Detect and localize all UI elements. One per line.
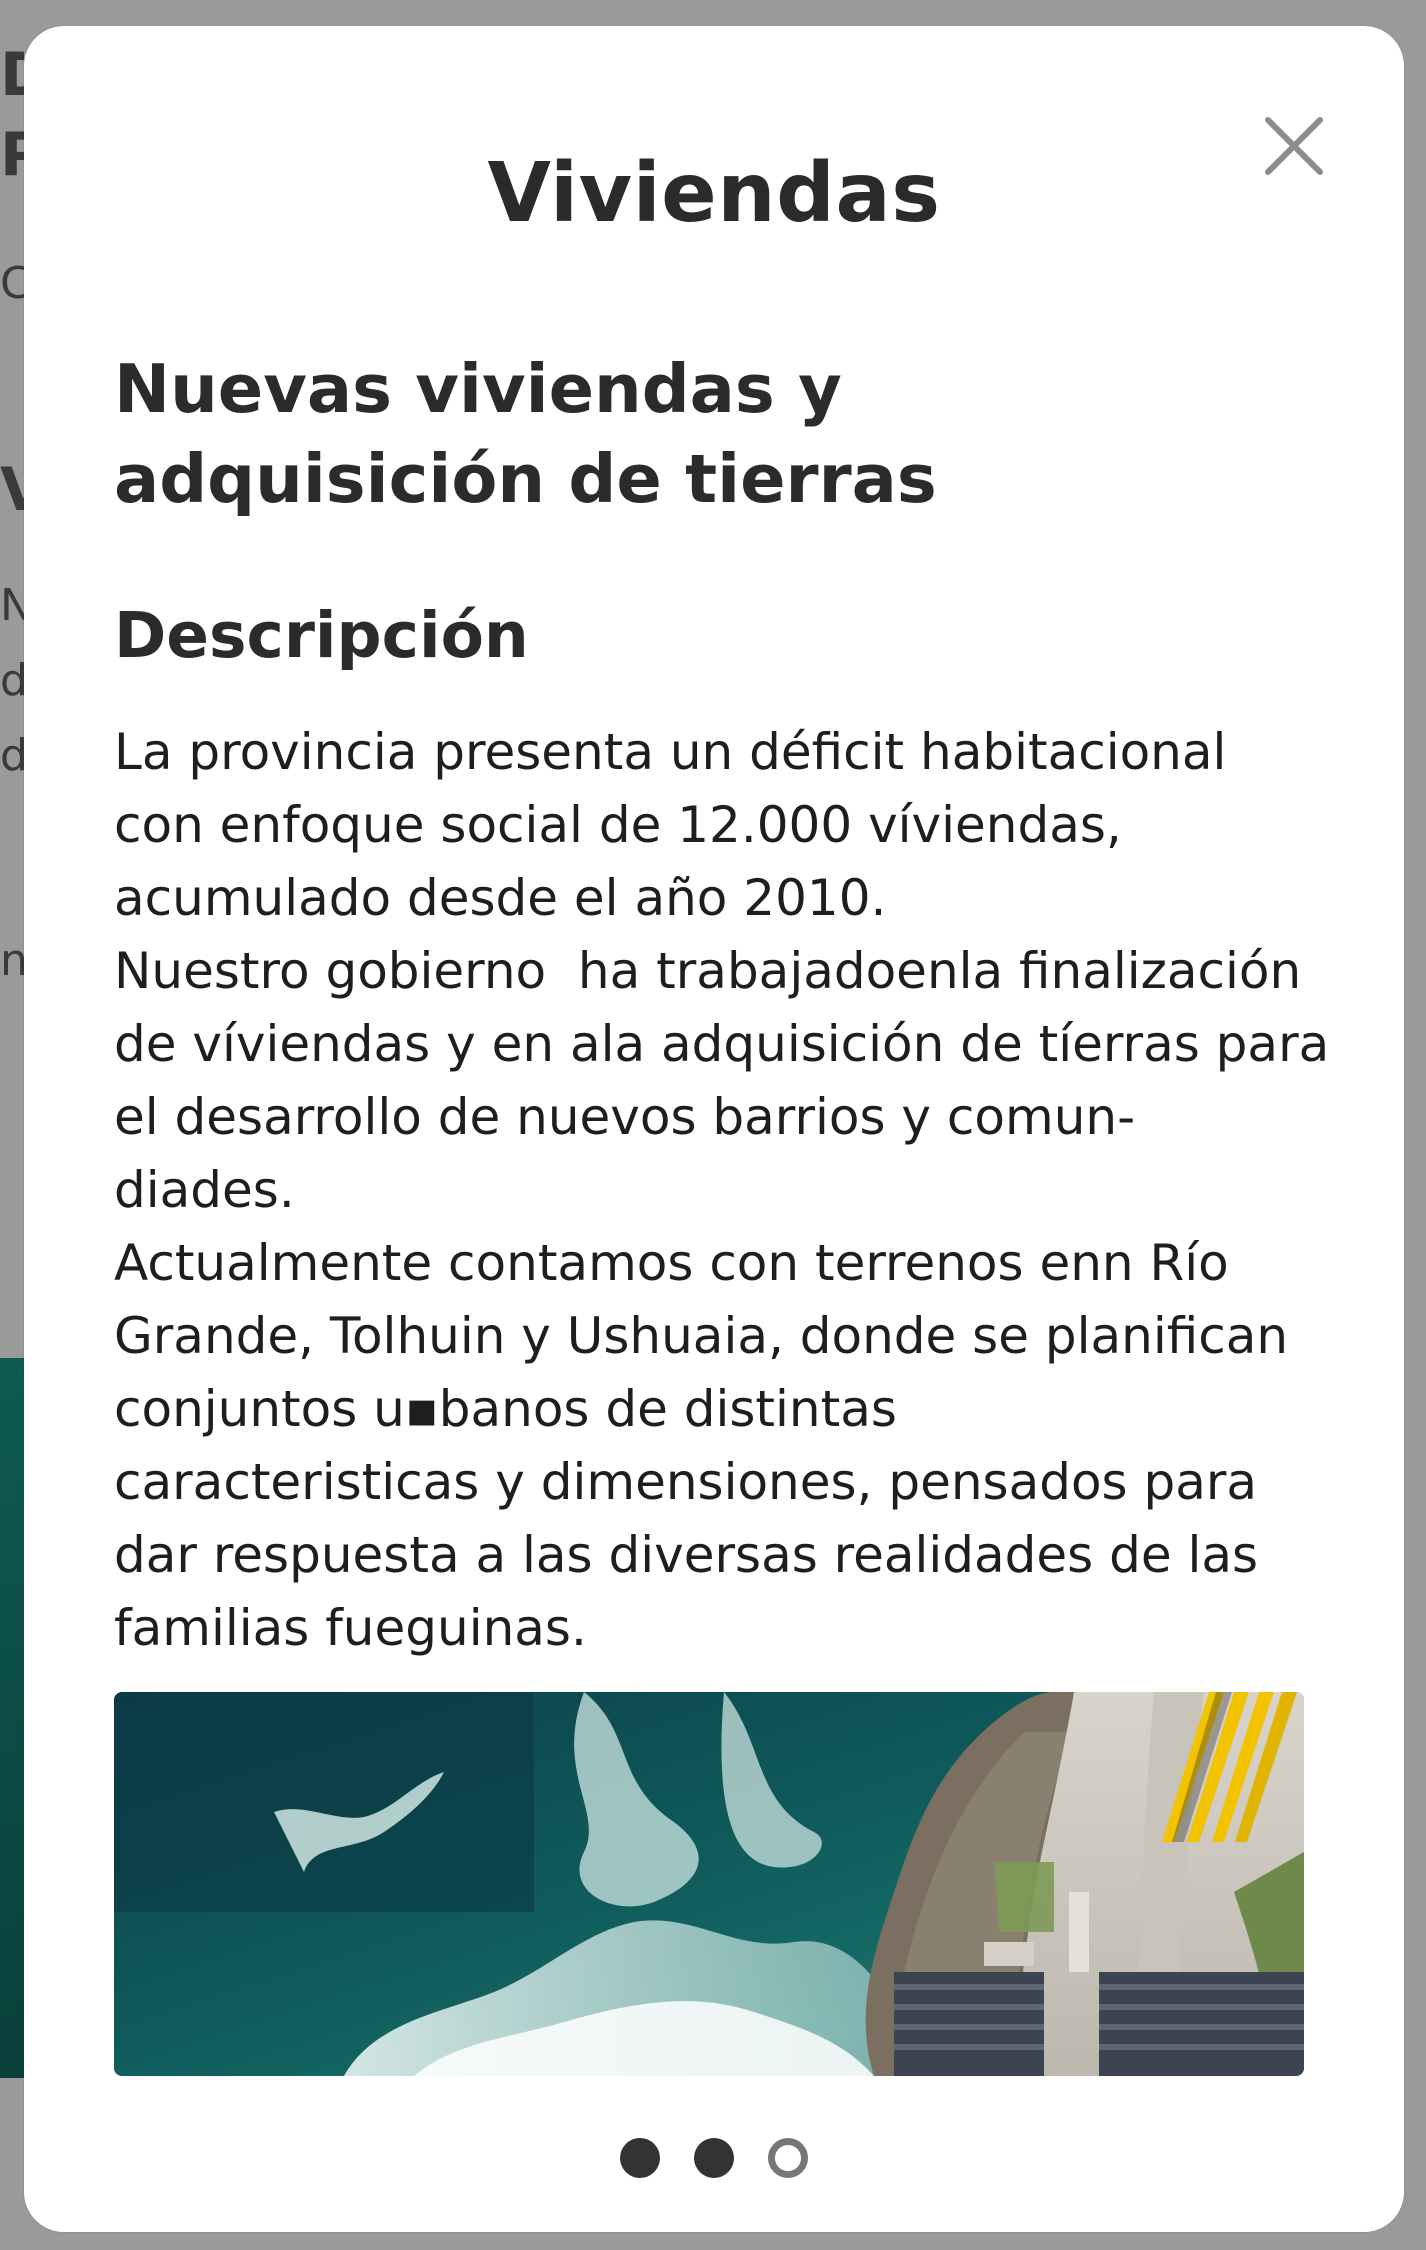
background-text-fragment: d xyxy=(0,655,24,706)
background-text-fragment: N xyxy=(0,580,24,631)
aerial-coastline-photo xyxy=(114,1692,1304,2076)
project-title-line: adquisición de tierras xyxy=(114,440,937,518)
description-heading: Descripción xyxy=(114,599,529,672)
image-carousel[interactable] xyxy=(114,1692,1304,2076)
background-text-fragment: V xyxy=(0,455,24,525)
background-text-fragment: Ct xyxy=(0,258,24,309)
carousel-dot-active[interactable] xyxy=(768,2138,808,2178)
description-text: La provincia presenta un déficit habitac… xyxy=(114,716,1374,1665)
description-paragraph: La provincia presenta un déficit habitac… xyxy=(114,723,1227,927)
project-modal: Viviendas Nuevas viviendas y adquisición… xyxy=(24,26,1404,2232)
background-text-fragment: P xyxy=(0,120,24,190)
background-text-fragment: d xyxy=(0,730,24,781)
project-title-line: Nuevas viviendas y xyxy=(114,350,842,428)
carousel-dot[interactable] xyxy=(620,2138,660,2178)
background-text-fragment: n xyxy=(0,935,24,986)
carousel-pagination xyxy=(24,2138,1404,2178)
background-text-fragment: D xyxy=(0,40,24,110)
modal-title: Viviendas xyxy=(487,146,941,241)
background-image-fragment xyxy=(0,1358,26,2078)
project-title: Nuevas viviendas y adquisición de tierra… xyxy=(114,344,1214,524)
description-paragraph: Actualmente contamos con terrenos enn Rí… xyxy=(114,1234,1289,1657)
carousel-dot[interactable] xyxy=(694,2138,734,2178)
description-paragraph: Nuestro gobierno ha trabajadoenla finali… xyxy=(114,942,1330,1219)
